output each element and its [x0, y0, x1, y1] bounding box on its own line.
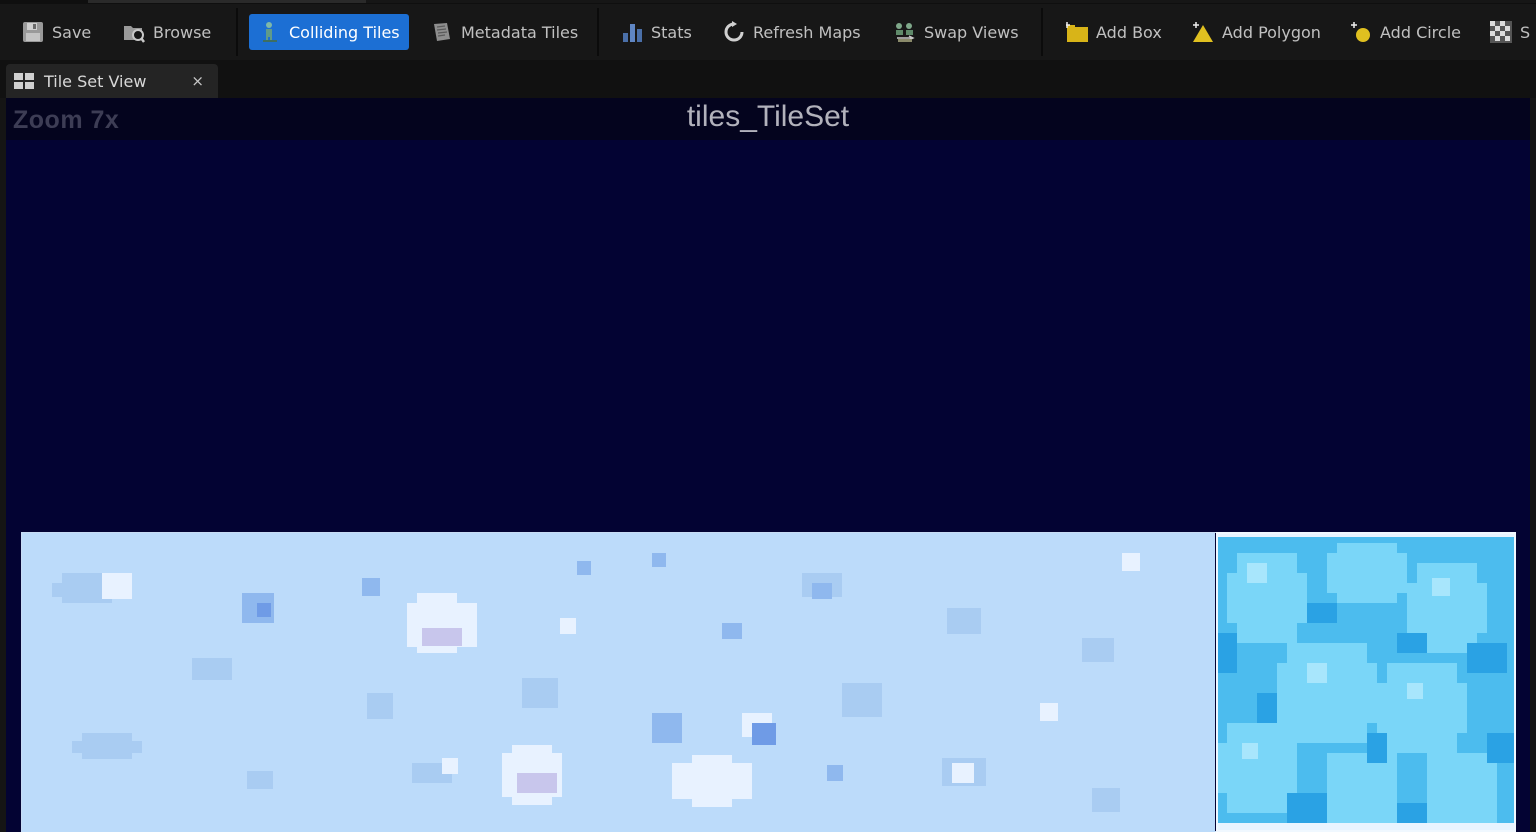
bar-chart-icon [621, 21, 643, 43]
tab-tile-set-view[interactable]: Tile Set View × [6, 64, 218, 98]
folder-box-icon [1066, 21, 1088, 43]
overflow-checker-button[interactable]: S [1480, 14, 1536, 50]
add-polygon-label: Add Polygon [1222, 22, 1321, 42]
grid-view-icon [14, 73, 34, 89]
editor-toolbar: Save Browse Colliding Tiles Metadata Til… [0, 4, 1536, 60]
metadata-tiles-label: Metadata Tiles [461, 22, 579, 42]
ice-texture-art [1217, 533, 1515, 832]
add-polygon-button[interactable]: Add Polygon [1182, 14, 1331, 50]
snow-tile-region[interactable] [22, 533, 1215, 832]
toolbar-divider [236, 8, 238, 56]
close-icon[interactable]: × [187, 72, 208, 90]
ice-tile-region[interactable] [1216, 533, 1515, 832]
colliding-tiles-button[interactable]: Colliding Tiles [249, 14, 409, 50]
metadata-tiles-button[interactable]: Metadata Tiles [421, 14, 588, 50]
tab-bar: Tile Set View × [0, 60, 1536, 98]
refresh-icon [723, 21, 745, 43]
browse-label: Browse [153, 22, 212, 42]
viewport-header: Zoom 7x tiles_TileSet [6, 98, 1530, 140]
tileset-title: tiles_TileSet [686, 100, 850, 133]
stats-label: Stats [651, 22, 692, 42]
swap-views-button[interactable]: Swap Views [884, 14, 1029, 50]
checkerboard-icon [1490, 21, 1512, 43]
save-label: Save [52, 22, 92, 42]
folder-magnify-icon [123, 21, 145, 43]
swap-views-label: Swap Views [924, 22, 1019, 42]
triangle-plus-icon [1192, 21, 1214, 43]
cutoff-label: S [1520, 22, 1531, 42]
stats-button[interactable]: Stats [611, 14, 702, 50]
swap-views-icon [894, 21, 916, 43]
circle-plus-icon [1350, 21, 1372, 43]
tab-label: Tile Set View [44, 71, 147, 91]
browse-button[interactable]: Browse [113, 14, 221, 50]
toolbar-divider [1041, 8, 1043, 56]
colliding-tiles-label: Colliding Tiles [289, 22, 400, 42]
add-circle-button[interactable]: Add Circle [1340, 14, 1471, 50]
document-icon [431, 21, 453, 43]
floppy-disk-icon [22, 21, 44, 43]
snow-texture-art [52, 553, 1140, 812]
add-box-label: Add Box [1096, 22, 1162, 42]
save-button[interactable]: Save [12, 14, 101, 50]
toolbar-divider [597, 8, 599, 56]
add-circle-label: Add Circle [1380, 22, 1461, 42]
tileset-texture[interactable] [21, 532, 1516, 832]
refresh-maps-label: Refresh Maps [753, 22, 861, 42]
refresh-maps-button[interactable]: Refresh Maps [713, 14, 871, 50]
tile-set-viewport[interactable]: Zoom 7x tiles_TileSet [6, 98, 1530, 832]
person-collision-icon [259, 21, 281, 43]
add-box-button[interactable]: Add Box [1056, 14, 1172, 50]
